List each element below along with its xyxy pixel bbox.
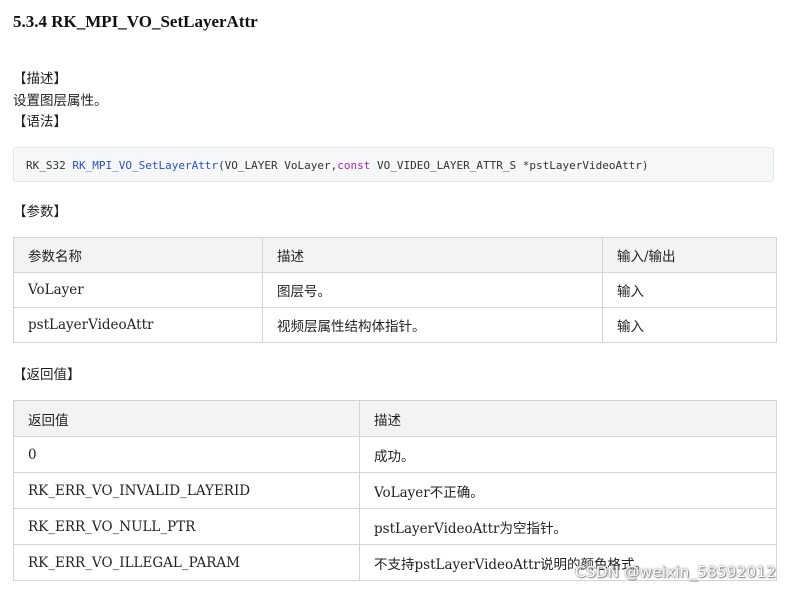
desc-text: 设置图层属性。 [13, 93, 108, 109]
return-header-desc: 描述 [359, 400, 777, 437]
return-label: 【返回值】 [13, 367, 81, 383]
return-table: 返回值 描述 0 成功。 RK_ERR_VO_INVALID_LAYERID V… [13, 400, 777, 581]
table-cell: 成功。 [359, 436, 777, 473]
syntax-label: 【语法】 [13, 114, 67, 130]
return-header-value: 返回值 [13, 400, 360, 437]
params-label: 【参数】 [13, 204, 67, 220]
table-cell: RK_ERR_VO_ILLEGAL_PARAM [13, 544, 360, 581]
code-args-before: (VO_LAYER VoLayer, [218, 159, 338, 172]
watermark-text: CSDN @weixin_58592012 [574, 563, 776, 581]
desc-label: 【描述】 [13, 71, 67, 87]
table-row: RK_ERR_VO_NULL_PTR pstLayerVideoAttr为空指针… [13, 508, 777, 545]
return-header-row: 返回值 描述 [13, 400, 777, 437]
table-cell: VoLayer [13, 272, 263, 308]
table-cell: 视频层属性结构体指针。 [262, 307, 603, 343]
table-row: VoLayer 图层号。 输入 [13, 272, 777, 308]
table-cell: 图层号。 [262, 272, 603, 308]
table-cell: pstLayerVideoAttr为空指针。 [359, 508, 777, 545]
table-cell: pstLayerVideoAttr [13, 307, 263, 343]
code-args-after: VO_VIDEO_LAYER_ATTR_S *pstLayerVideoAttr… [370, 159, 649, 172]
code-block: RK_S32 RK_MPI_VO_SetLayerAttr(VO_LAYER V… [13, 147, 774, 182]
code-function-name: RK_MPI_VO_SetLayerAttr [72, 159, 219, 172]
table-cell: 输入 [602, 272, 777, 308]
table-row: pstLayerVideoAttr 视频层属性结构体指针。 输入 [13, 307, 777, 343]
table-cell: VoLayer不正确。 [359, 472, 777, 509]
params-header-io: 输入/输出 [602, 237, 777, 273]
code-return-type: RK_S32 [26, 159, 73, 172]
code-keyword: const [337, 159, 371, 172]
table-cell: 0 [13, 436, 360, 473]
section-heading: 5.3.4 RK_MPI_VO_SetLayerAttr [13, 12, 258, 31]
table-cell: 输入 [602, 307, 777, 343]
table-row: RK_ERR_VO_INVALID_LAYERID VoLayer不正确。 [13, 472, 777, 509]
table-row: 0 成功。 [13, 436, 777, 473]
params-header-desc: 描述 [262, 237, 603, 273]
table-cell: RK_ERR_VO_INVALID_LAYERID [13, 472, 360, 509]
params-header-row: 参数名称 描述 输入/输出 [13, 237, 777, 273]
params-header-name: 参数名称 [13, 237, 263, 273]
params-table: 参数名称 描述 输入/输出 VoLayer 图层号。 输入 pstLayerVi… [13, 237, 777, 343]
table-cell: RK_ERR_VO_NULL_PTR [13, 508, 360, 545]
